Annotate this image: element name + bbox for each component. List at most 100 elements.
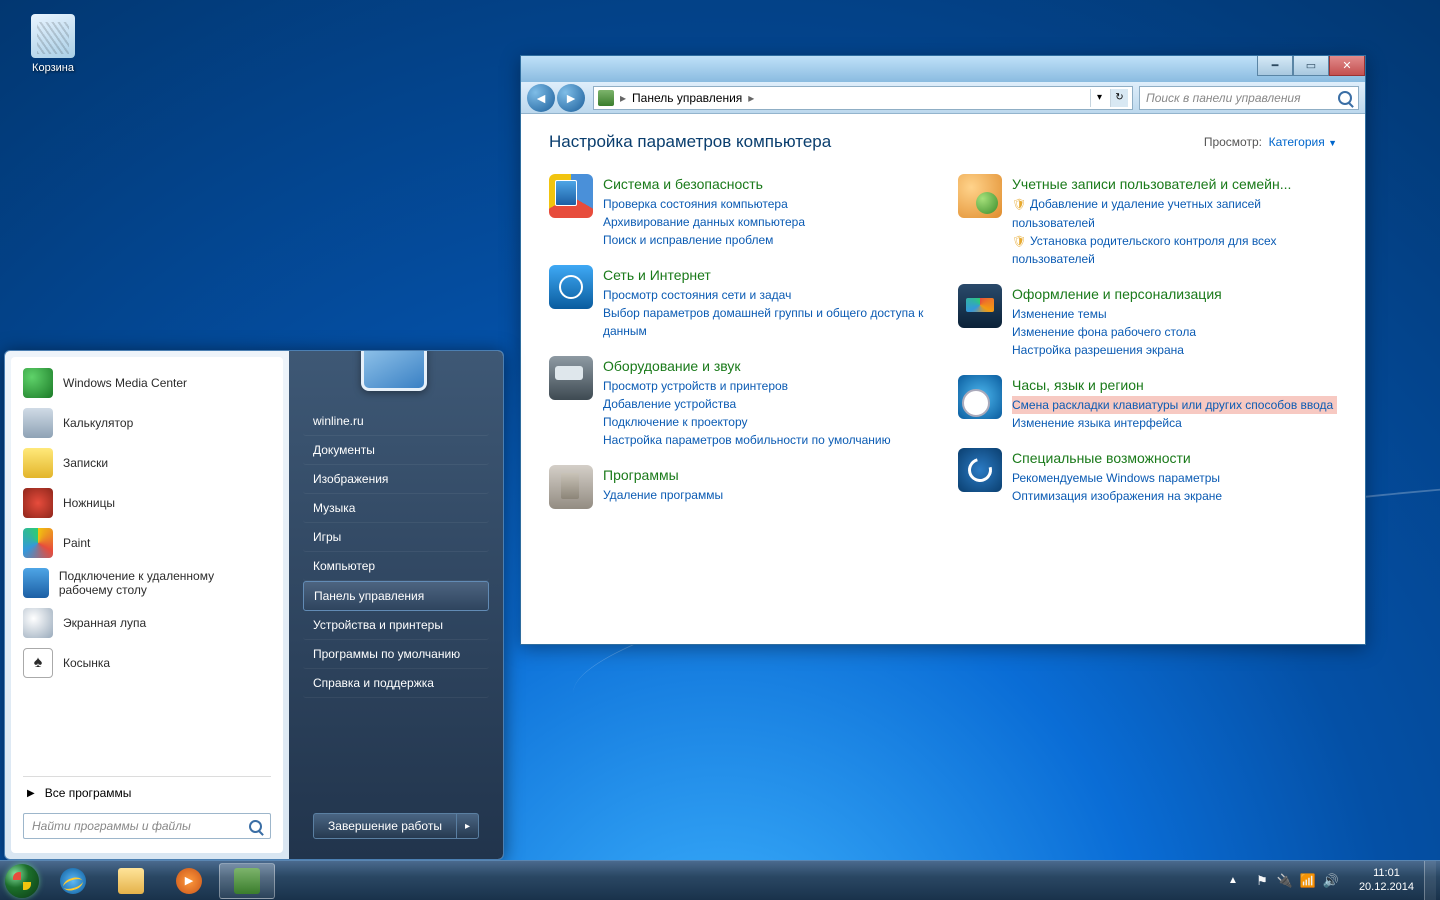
chevron-right-icon: ▸ xyxy=(620,91,626,105)
search-input[interactable]: Поиск в панели управления xyxy=(1139,86,1359,110)
network-icon[interactable]: 📶 xyxy=(1300,873,1316,889)
desktop-icon-recycle-bin[interactable]: Корзина xyxy=(18,14,88,74)
start-item-sticky-notes[interactable]: Записки xyxy=(13,443,281,483)
start-item-paint[interactable]: Paint xyxy=(13,523,281,563)
start-right-music[interactable]: Музыка xyxy=(303,494,489,523)
start-right-devices-printers[interactable]: Устройства и принтеры xyxy=(303,611,489,640)
category-link[interactable]: Просмотр состояния сети и задач xyxy=(603,286,928,304)
shutdown-button[interactable]: Завершение работы ▸ xyxy=(313,813,479,839)
appearance-icon xyxy=(958,284,1002,328)
start-right-username[interactable]: winline.ru xyxy=(303,407,489,436)
shutdown-options-button[interactable]: ▸ xyxy=(456,814,478,838)
volume-icon[interactable]: 🔊 xyxy=(1323,873,1339,889)
taskbar-item-control-panel[interactable] xyxy=(219,863,275,899)
category-heading[interactable]: Часы, язык и регион xyxy=(1012,375,1337,396)
wmp-icon xyxy=(176,868,202,894)
nav-forward-button[interactable]: ► xyxy=(557,84,585,112)
taskbar-pin-ie[interactable] xyxy=(45,863,101,899)
all-programs-button[interactable]: ▶Все программы xyxy=(13,779,281,807)
maximize-button[interactable]: ▭ xyxy=(1293,56,1329,76)
nav-back-button[interactable]: ◄ xyxy=(527,84,555,112)
explorer-icon xyxy=(118,868,144,894)
breadcrumb-item[interactable]: Панель управления xyxy=(632,91,742,105)
start-right-documents[interactable]: Документы xyxy=(303,436,489,465)
start-button[interactable] xyxy=(0,861,44,900)
start-right-default-programs[interactable]: Программы по умолчанию xyxy=(303,640,489,669)
action-center-icon[interactable]: ⚑ xyxy=(1254,873,1270,889)
address-bar[interactable]: ▸ Панель управления ▸ ▾ ↻ xyxy=(593,86,1133,110)
start-item-solitaire[interactable]: Косынка xyxy=(13,643,281,683)
chevron-right-icon[interactable]: ▸ xyxy=(748,91,754,105)
category-link[interactable]: Выбор параметров домашней группы и общег… xyxy=(603,304,928,340)
start-right-pictures[interactable]: Изображения xyxy=(303,465,489,494)
start-item-remote-desktop[interactable]: Подключение к удаленному рабочему столу xyxy=(13,563,281,603)
control-panel-icon xyxy=(234,868,260,894)
category-network: Сеть и Интернет Просмотр состояния сети … xyxy=(549,265,928,340)
category-link[interactable]: Настройка параметров мобильности по умол… xyxy=(603,431,928,449)
category-programs: Программы Удаление программы xyxy=(549,465,928,509)
category-link[interactable]: Изменение фона рабочего стола xyxy=(1012,323,1337,341)
refresh-button[interactable]: ↻ xyxy=(1110,89,1128,107)
paint-icon xyxy=(23,528,53,558)
category-heading[interactable]: Система и безопасность xyxy=(603,174,928,195)
start-search-input[interactable]: Найти программы и файлы xyxy=(23,813,271,839)
category-heading[interactable]: Оборудование и звук xyxy=(603,356,928,377)
category-link[interactable]: Удаление программы xyxy=(603,486,928,504)
start-right-games[interactable]: Игры xyxy=(303,523,489,552)
category-link[interactable]: Проверка состояния компьютера xyxy=(603,195,928,213)
category-link-keyboard-layout[interactable]: Смена раскладки клавиатуры или других сп… xyxy=(1012,396,1337,414)
category-link[interactable]: Добавление и удаление учетных записей по… xyxy=(1012,195,1337,232)
start-item-snipping-tool[interactable]: Ножницы xyxy=(13,483,281,523)
taskbar: ▲ ⚑ 🔌 📶 🔊 11:01 20.12.2014 xyxy=(0,860,1440,900)
start-item-magnifier[interactable]: Экранная лупа xyxy=(13,603,281,643)
power-icon[interactable]: 🔌 xyxy=(1277,873,1293,889)
start-menu: Windows Media Center Калькулятор Записки… xyxy=(4,350,504,860)
show-desktop-button[interactable] xyxy=(1424,861,1436,900)
start-menu-left-pane: Windows Media Center Калькулятор Записки… xyxy=(11,357,283,853)
view-by-dropdown[interactable]: Категория ▼ xyxy=(1269,135,1337,149)
control-panel-window: ━ ▭ ✕ ◄ ► ▸ Панель управления ▸ ▾ ↻ П xyxy=(520,55,1366,645)
category-link[interactable]: Добавление устройства xyxy=(603,395,928,413)
page-title: Настройка параметров компьютера xyxy=(549,132,831,152)
category-link[interactable]: Просмотр устройств и принтеров xyxy=(603,377,928,395)
category-hardware: Оборудование и звук Просмотр устройств и… xyxy=(549,356,928,449)
category-link[interactable]: Установка родительского контроля для все… xyxy=(1012,232,1337,269)
address-dropdown-button[interactable]: ▾ xyxy=(1090,89,1108,107)
minimize-button[interactable]: ━ xyxy=(1257,56,1293,76)
category-clock-language-region: Часы, язык и регион Смена раскладки клав… xyxy=(958,375,1337,432)
start-right-control-panel[interactable]: Панель управления xyxy=(303,581,489,611)
category-heading[interactable]: Программы xyxy=(603,465,928,486)
category-heading[interactable]: Специальные возможности xyxy=(1012,448,1337,469)
window-titlebar[interactable]: ━ ▭ ✕ xyxy=(521,56,1365,82)
category-heading[interactable]: Оформление и персонализация xyxy=(1012,284,1337,305)
category-link[interactable]: Изменение языка интерфейса xyxy=(1012,414,1337,432)
category-heading[interactable]: Сеть и Интернет xyxy=(603,265,928,286)
category-link[interactable]: Рекомендуемые Windows параметры xyxy=(1012,469,1337,487)
category-heading[interactable]: Учетные записи пользователей и семейн... xyxy=(1012,174,1337,195)
category-link[interactable]: Подключение к проектору xyxy=(603,413,928,431)
category-link[interactable]: Оптимизация изображения на экране xyxy=(1012,487,1337,505)
divider xyxy=(23,776,271,777)
start-right-help[interactable]: Справка и поддержка xyxy=(303,669,489,698)
system-tray: ▲ ⚑ 🔌 📶 🔊 11:01 20.12.2014 xyxy=(1222,861,1440,900)
chevron-right-icon: ▶ xyxy=(27,788,35,799)
category-link[interactable]: Поиск и исправление проблем xyxy=(603,231,928,249)
wmc-icon xyxy=(23,368,53,398)
taskbar-pin-explorer[interactable] xyxy=(103,863,159,899)
user-accounts-icon xyxy=(958,174,1002,218)
desktop-icon-label: Корзина xyxy=(18,62,88,74)
category-link[interactable]: Настройка разрешения экрана xyxy=(1012,341,1337,359)
search-icon xyxy=(249,820,262,833)
category-link[interactable]: Изменение темы xyxy=(1012,305,1337,323)
taskbar-pin-wmp[interactable] xyxy=(161,863,217,899)
category-link[interactable]: Архивирование данных компьютера xyxy=(603,213,928,231)
close-button[interactable]: ✕ xyxy=(1329,56,1365,76)
user-avatar[interactable] xyxy=(361,350,427,391)
tray-show-hidden-icons[interactable]: ▲ xyxy=(1222,875,1244,886)
control-panel-icon xyxy=(598,90,614,106)
start-item-windows-media-center[interactable]: Windows Media Center xyxy=(13,363,281,403)
start-right-computer[interactable]: Компьютер xyxy=(303,552,489,581)
tray-clock[interactable]: 11:01 20.12.2014 xyxy=(1349,867,1424,895)
start-item-calculator[interactable]: Калькулятор xyxy=(13,403,281,443)
calculator-icon xyxy=(23,408,53,438)
